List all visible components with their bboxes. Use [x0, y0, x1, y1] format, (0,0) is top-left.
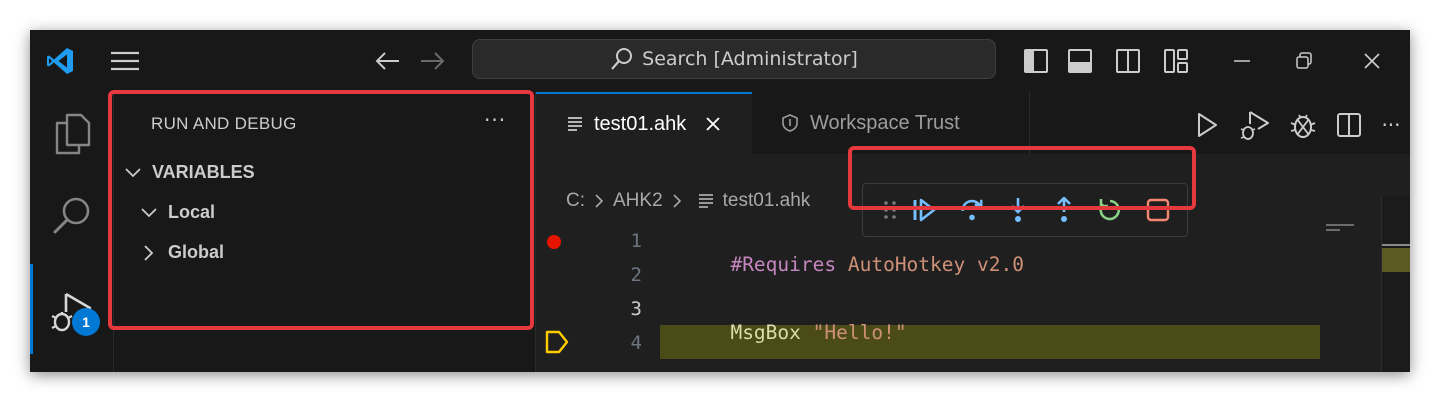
- split-editor-icon[interactable]: [1332, 108, 1366, 142]
- editor-area: test01.ahk Workspace Trust ··· C: AHK2 t…: [536, 92, 1410, 372]
- code-line-1[interactable]: #Requires AutoHotkey v2.0: [660, 230, 1024, 299]
- search-placeholder: Search [Administrator]: [642, 48, 858, 70]
- code-token-function: MsgBox: [730, 321, 813, 344]
- shield-icon: [780, 113, 800, 133]
- title-bar: Search [Administrator]: [30, 30, 1410, 92]
- run-debug-badge: 1: [72, 308, 100, 336]
- tab-label: test01.ahk: [594, 112, 687, 135]
- code-line-3[interactable]: MsgBox "Hello!": [660, 298, 907, 367]
- search-icon: [610, 47, 634, 71]
- back-arrow-icon[interactable]: [370, 46, 404, 76]
- breadcrumb-item[interactable]: C:: [566, 190, 585, 212]
- line-number: 2: [630, 264, 642, 286]
- debug-file-icon[interactable]: [1236, 106, 1274, 144]
- forward-arrow-icon[interactable]: [416, 46, 450, 76]
- activity-bar: 1: [30, 92, 114, 372]
- code-token-string: "Hello!": [812, 321, 907, 344]
- run-debug-icon[interactable]: [30, 270, 114, 350]
- breadcrumb-item[interactable]: AHK2: [613, 190, 663, 212]
- file-lines-icon: [566, 115, 584, 133]
- explorer-icon[interactable]: [30, 94, 114, 174]
- vscode-logo-icon: [42, 45, 78, 77]
- line-number: 1: [630, 230, 642, 252]
- debug-toolbar-highlight-box: [848, 146, 1196, 210]
- menu-icon[interactable]: [108, 46, 142, 76]
- toggle-secondary-sidebar-icon[interactable]: [1112, 46, 1144, 76]
- current-line-arrow-icon: [545, 330, 569, 354]
- minimap[interactable]: [1326, 222, 1366, 236]
- toggle-primary-sidebar-icon[interactable]: [1020, 46, 1052, 76]
- chevron-right-icon: [671, 192, 683, 210]
- vertical-scrollbar[interactable]: [1381, 196, 1410, 372]
- toggle-panel-icon[interactable]: [1064, 46, 1096, 76]
- more-actions-icon[interactable]: ···: [1374, 108, 1408, 142]
- debug-bug-icon[interactable]: [1284, 106, 1322, 144]
- tab-workspace-trust[interactable]: Workspace Trust: [752, 92, 1030, 154]
- editor-tab-bar: test01.ahk Workspace Trust ···: [536, 92, 1410, 154]
- sidebar-highlight-box: [108, 90, 534, 330]
- command-center-search[interactable]: Search [Administrator]: [472, 39, 996, 79]
- minimize-icon[interactable]: [1226, 46, 1258, 76]
- search-icon[interactable]: [30, 176, 114, 256]
- code-token-directive: #Requires: [730, 253, 848, 276]
- close-tab-icon[interactable]: [704, 115, 722, 133]
- run-file-icon[interactable]: [1190, 108, 1224, 142]
- customize-layout-icon[interactable]: [1160, 46, 1192, 76]
- file-lines-icon: [697, 192, 715, 210]
- breadcrumb: C: AHK2 test01.ahk: [566, 190, 810, 212]
- vscode-window: Search [Administrator] 1 RUN AND DEBUG ·…: [30, 30, 1410, 372]
- line-number: 3: [630, 298, 642, 320]
- line-number: 4: [630, 332, 642, 354]
- tab-label: Workspace Trust: [810, 111, 960, 134]
- code-token-string: AutoHotkey v2.0: [847, 253, 1024, 276]
- chevron-right-icon: [593, 192, 605, 210]
- tab-test01-ahk[interactable]: test01.ahk: [536, 92, 752, 154]
- breakpoint-icon[interactable]: [546, 234, 562, 250]
- restore-icon[interactable]: [1288, 46, 1320, 76]
- breadcrumb-item[interactable]: test01.ahk: [723, 190, 811, 212]
- close-icon[interactable]: [1356, 46, 1388, 76]
